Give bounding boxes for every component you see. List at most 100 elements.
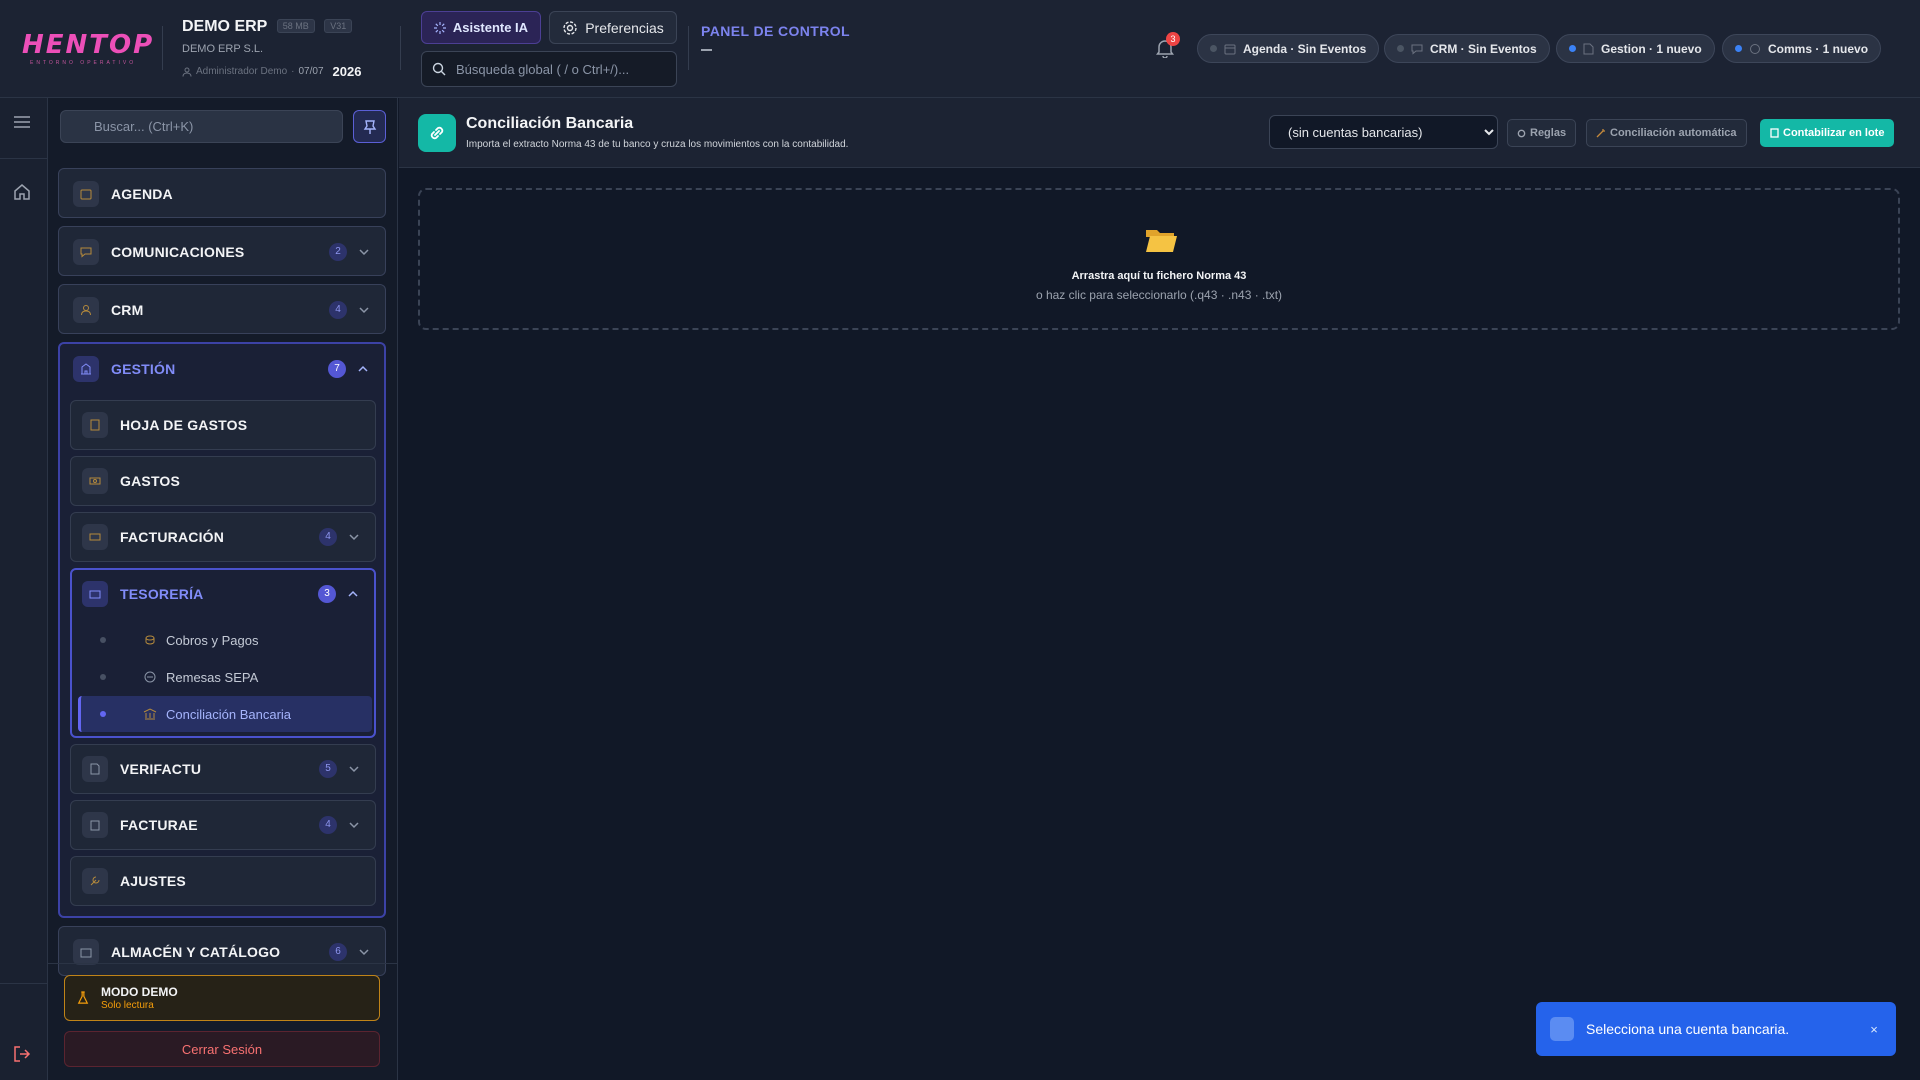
- sidebar: AGENDA COMUNICACIONES 2 CRM 4: [48, 98, 398, 1080]
- home-icon[interactable]: [13, 183, 35, 205]
- pin-icon: [363, 119, 377, 135]
- building-icon: [73, 356, 99, 382]
- page-header: Conciliación Bancaria Importa el extract…: [399, 98, 1920, 168]
- global-search-box[interactable]: [421, 51, 677, 87]
- sidebar-group-almacen[interactable]: ALMACÉN Y CATÁLOGO 6: [58, 926, 386, 976]
- user-icon: [182, 67, 192, 77]
- bank-icon: [143, 707, 157, 721]
- item-header[interactable]: FACTURAE 4: [71, 801, 375, 849]
- demo-mode-banner[interactable]: MODO DEMO Solo lectura: [64, 975, 380, 1021]
- sidebar-leaf-cobros-y-pagos[interactable]: Cobros y Pagos: [78, 622, 372, 658]
- item-label: HOJA DE GASTOS: [120, 417, 248, 433]
- batch-post-button[interactable]: Contabilizar en lote: [1760, 119, 1895, 147]
- status-chip-crm[interactable]: CRM · Sin Eventos: [1384, 34, 1550, 63]
- chevron-up-icon: [356, 362, 370, 376]
- ai-assistant-button[interactable]: Asistente IA: [421, 11, 541, 44]
- item-header[interactable]: VERIFACTU 5: [71, 745, 375, 793]
- link-icon: [418, 114, 456, 152]
- sidebar-menu: AGENDA COMUNICACIONES 2 CRM 4 GESTIÓN 7 …: [58, 168, 386, 1061]
- sidebar-group-comunicaciones[interactable]: COMUNICACIONES 2: [58, 226, 386, 276]
- bank-account-select[interactable]: (sin cuentas bancarias): [1269, 115, 1498, 149]
- pin-sidebar-button[interactable]: [353, 110, 386, 143]
- preferences-button[interactable]: Preferencias: [549, 11, 677, 44]
- sidebar-group-gestion[interactable]: GESTIÓN 7 HOJA DE GASTOS GASTOS FACTURAC…: [58, 342, 386, 918]
- sidebar-item-tesoreria[interactable]: TESORERÍA 3 Cobros y Pagos Remesas SEPA: [70, 568, 376, 738]
- chat-icon: [73, 239, 99, 265]
- group-label: GESTIÓN: [111, 361, 176, 377]
- chevron-down-icon: [347, 530, 361, 544]
- item-header[interactable]: HOJA DE GASTOS: [71, 401, 375, 449]
- count-badge: 4: [319, 528, 337, 546]
- item-header[interactable]: FACTURACIÓN 4: [71, 513, 375, 561]
- sidebar-search[interactable]: [60, 110, 343, 143]
- group-label: AGENDA: [111, 186, 173, 202]
- group-header[interactable]: ALMACÉN Y CATÁLOGO 6: [59, 927, 385, 977]
- receipt-icon: [82, 412, 108, 438]
- sidebar-search-input[interactable]: [61, 111, 342, 142]
- file-dropzone[interactable]: Arrastra aquí tu fichero Norma 43 o haz …: [418, 188, 1900, 330]
- status-dot: [1735, 45, 1742, 52]
- sidebar-leaf-remesas-sepa[interactable]: Remesas SEPA: [78, 659, 372, 695]
- chip-label: CRM · Sin Eventos: [1430, 41, 1537, 56]
- chat-icon: [1749, 43, 1761, 55]
- status-chip-gestion[interactable]: Gestion · 1 nuevo: [1556, 34, 1715, 63]
- count-badge: 5: [319, 760, 337, 778]
- magic-wand-icon: [1596, 128, 1606, 138]
- leaf-bullet: [100, 711, 106, 717]
- sidebar-group-agenda[interactable]: AGENDA: [58, 168, 386, 218]
- item-label: GASTOS: [120, 473, 181, 489]
- sidebar-item-verifactu[interactable]: VERIFACTU 5: [70, 744, 376, 794]
- item-header[interactable]: GASTOS: [71, 457, 375, 505]
- logout-button[interactable]: Cerrar Sesión: [64, 1031, 380, 1067]
- coins-icon: [143, 633, 157, 647]
- panel-title-underline: [701, 49, 712, 51]
- divider: [0, 158, 48, 159]
- group-header[interactable]: COMUNICACIONES 2: [59, 227, 385, 277]
- version-tag: V31: [324, 19, 353, 33]
- toast-message: Selecciona una cuenta bancaria.: [1586, 1021, 1790, 1037]
- group-header[interactable]: AGENDA: [59, 169, 385, 219]
- calendar-icon: [73, 181, 99, 207]
- status-chip-agenda[interactable]: Agenda · Sin Eventos: [1197, 34, 1380, 63]
- item-header[interactable]: AJUSTES: [71, 857, 375, 905]
- document-icon: [1583, 43, 1594, 55]
- sidebar-item-facturacion[interactable]: FACTURACIÓN 4: [70, 512, 376, 562]
- global-search-input[interactable]: [456, 61, 656, 77]
- info-icon: [1550, 1017, 1574, 1041]
- sidebar-group-crm[interactable]: CRM 4: [58, 284, 386, 334]
- sidebar-item-gastos[interactable]: GASTOS: [70, 456, 376, 506]
- chevron-down-icon: [357, 303, 371, 317]
- count-badge: 4: [319, 816, 337, 834]
- count-badge: 2: [329, 243, 347, 261]
- count-badge: 6: [329, 943, 347, 961]
- logout-icon[interactable]: [13, 1045, 35, 1067]
- chevron-up-icon: [346, 587, 360, 601]
- sidebar-item-hoja-de-gastos[interactable]: HOJA DE GASTOS: [70, 400, 376, 450]
- group-header[interactable]: CRM 4: [59, 285, 385, 335]
- chip-label: Comms · 1 nuevo: [1768, 41, 1869, 56]
- group-label: ALMACÉN Y CATÁLOGO: [111, 944, 281, 960]
- toast-notification: Selecciona una cuenta bancaria. ×: [1536, 1002, 1896, 1056]
- auto-reconcile-label: Conciliación automática: [1610, 127, 1737, 139]
- brand-logo[interactable]: HENTOP ENTORNO OPERATIVO: [22, 32, 152, 66]
- sidebar-leaf-conciliacion-bancaria[interactable]: Conciliación Bancaria: [78, 696, 372, 732]
- demo-mode-subtitle: Solo lectura: [101, 1000, 154, 1011]
- chat-icon: [1411, 43, 1423, 55]
- sidebar-item-ajustes[interactable]: AJUSTES: [70, 856, 376, 906]
- rules-button[interactable]: Reglas: [1507, 119, 1577, 147]
- auto-reconcile-button[interactable]: Conciliación automática: [1586, 119, 1747, 147]
- leaf-bullet: [100, 674, 106, 680]
- ledger-icon: [1770, 128, 1779, 138]
- group-header[interactable]: GESTIÓN 7: [60, 344, 384, 394]
- status-dot: [1210, 45, 1217, 52]
- gear-icon: [1517, 129, 1526, 138]
- item-header[interactable]: TESORERÍA 3: [72, 570, 374, 618]
- close-icon[interactable]: ×: [1866, 1022, 1882, 1037]
- item-label: VERIFACTU: [120, 761, 202, 777]
- group-label: COMUNICACIONES: [111, 244, 245, 260]
- count-badge: 7: [328, 360, 346, 378]
- sidebar-item-facturae[interactable]: FACTURAE 4: [70, 800, 376, 850]
- hamburger-icon[interactable]: [13, 114, 35, 136]
- chevron-down-icon: [357, 245, 371, 259]
- status-chip-comms[interactable]: Comms · 1 nuevo: [1722, 34, 1882, 63]
